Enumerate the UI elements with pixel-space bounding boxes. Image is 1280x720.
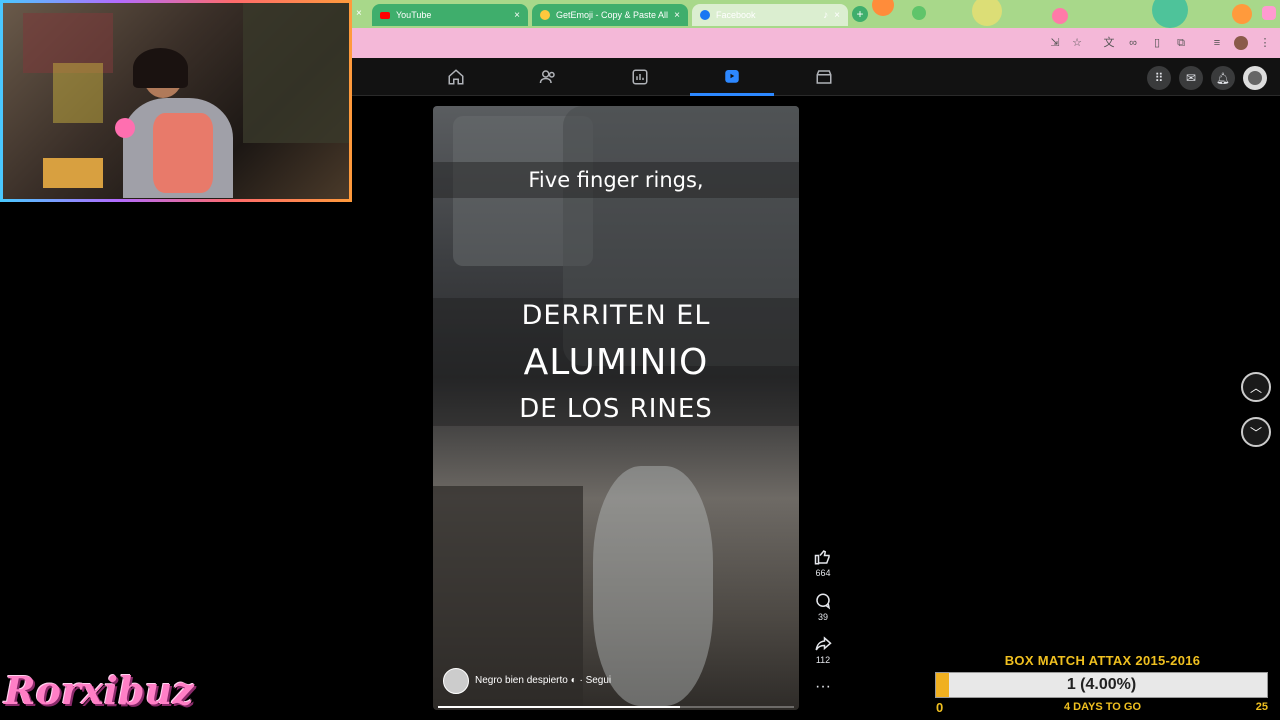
notifications-button[interactable]: 🔔︎ <box>1211 66 1235 90</box>
reel-progress-track[interactable] <box>438 706 794 708</box>
grid-icon: ⠿ <box>1154 71 1164 85</box>
nav-reels[interactable] <box>690 58 774 96</box>
stream-goal-widget: BOX MATCH ATTAX 2015-2016 1 (4.00%) 0 4 … <box>935 652 1270 720</box>
install-icon[interactable]: ⇲ <box>1048 36 1062 50</box>
chevron-up-icon: ︿ <box>1249 380 1262 395</box>
comment-count: 39 <box>817 612 828 622</box>
author-avatar[interactable] <box>443 668 469 694</box>
previous-reel-button[interactable]: ︿ <box>1241 372 1271 402</box>
nav-dashboard[interactable] <box>598 58 682 96</box>
share-button[interactable]: 112 <box>808 635 838 665</box>
bookmark-star-icon[interactable]: ☆ <box>1070 36 1084 50</box>
reel-caption-line1: DERRITEN EL <box>521 300 711 331</box>
marketplace-icon <box>816 70 832 84</box>
reel-caption-line3: DE LOS RINES <box>519 394 713 424</box>
translate-icon[interactable]: 文 <box>1102 36 1116 50</box>
profile-avatar[interactable] <box>1243 66 1267 90</box>
youtube-icon <box>380 11 390 19</box>
goal-max: 25 <box>1255 701 1268 713</box>
author-name[interactable]: Negro bien despierto <box>475 675 568 686</box>
globe-icon: ◐ · <box>570 675 586 686</box>
sidebar-icon[interactable]: ▯ <box>1150 36 1164 50</box>
share-icon <box>815 636 832 651</box>
tab-facebook[interactable]: Facebook ♪ × <box>692 4 848 26</box>
like-count: 664 <box>815 568 831 578</box>
speaker-icon[interactable]: ♪ <box>823 10 828 21</box>
webcam-feed <box>3 3 349 199</box>
bell-icon: 🔔︎ <box>1216 72 1230 85</box>
more-vertical-icon[interactable]: ⋮ <box>1258 36 1272 50</box>
nav-marketplace[interactable] <box>782 58 866 96</box>
next-reel-button[interactable]: ﹀ <box>1241 417 1271 447</box>
browser-tab-bar: × YouTube × GetEmoji - Copy & Paste All … <box>352 0 1280 28</box>
close-icon[interactable]: × <box>674 10 680 21</box>
dashboard-icon <box>632 69 648 85</box>
comment-icon <box>816 593 831 610</box>
stream-brand-logo: Rorxibuz <box>4 668 194 713</box>
messenger-icon: ✉ <box>1185 71 1197 85</box>
goal-value: 1 (4.00%) <box>1066 676 1137 693</box>
reel-caption-top: Five finger rings, <box>528 168 704 192</box>
chevron-down-icon: ﹀ <box>1249 425 1262 440</box>
menu-grid-button[interactable]: ⠿ <box>1147 66 1171 90</box>
goal-progress-bar: 1 (4.00%) <box>935 672 1268 698</box>
messenger-button[interactable]: ✉ <box>1179 66 1203 90</box>
webcam-overlay <box>0 0 352 202</box>
close-icon[interactable]: × <box>834 10 840 21</box>
thumbs-up-icon <box>814 550 830 565</box>
tab-label: YouTube <box>396 10 432 20</box>
author-line: Negro bien despierto ◐ · Segui <box>475 675 611 686</box>
link-icon[interactable]: ∞ <box>1126 36 1140 50</box>
friends-icon <box>539 70 555 84</box>
emoji-icon <box>540 10 550 20</box>
tab-youtube[interactable]: YouTube × <box>372 4 528 26</box>
extension-icon[interactable]: ⧉ <box>1174 36 1188 50</box>
window-control-icon[interactable] <box>1262 6 1276 20</box>
goal-remaining: 4 DAYS TO GO <box>1063 701 1142 713</box>
profile-avatar-icon[interactable] <box>1234 36 1248 50</box>
menu-lines-icon[interactable]: ≡ <box>1210 36 1224 50</box>
comment-button[interactable]: 39 <box>808 592 838 622</box>
goal-title: BOX MATCH ATTAX 2015-2016 <box>1004 653 1201 668</box>
more-options-icon[interactable]: ··· <box>808 679 838 695</box>
close-icon[interactable]: × <box>514 10 520 21</box>
avatar-icon <box>1248 71 1262 85</box>
facebook-navbar: ⠿ ✉ 🔔︎ <box>352 58 1280 96</box>
tab-label: GetEmoji - Copy & Paste All E <box>556 10 668 20</box>
reel-video[interactable]: Five finger rings, DERRITEN EL ALUMINIO … <box>433 106 799 710</box>
address-bar[interactable]: ⇲ ☆ 文 ∞ ▯ ⧉ ≡ ⋮ <box>352 28 1280 58</box>
reel-progress-fill <box>438 706 681 708</box>
follow-link[interactable]: Segui <box>586 675 612 686</box>
tab-label: Facebook <box>716 10 756 20</box>
new-tab-button[interactable]: + <box>852 6 868 22</box>
facebook-icon <box>700 10 710 20</box>
close-icon[interactable]: × <box>356 8 362 19</box>
reels-icon <box>725 69 739 83</box>
share-count: 112 <box>815 655 831 665</box>
tab-getemoji[interactable]: GetEmoji - Copy & Paste All E × <box>532 4 688 26</box>
nav-friends[interactable] <box>506 58 590 96</box>
home-icon <box>448 69 464 85</box>
reel-caption-line2: ALUMINIO <box>523 342 709 383</box>
like-button[interactable]: 664 <box>808 548 838 578</box>
nav-home[interactable] <box>414 58 498 96</box>
